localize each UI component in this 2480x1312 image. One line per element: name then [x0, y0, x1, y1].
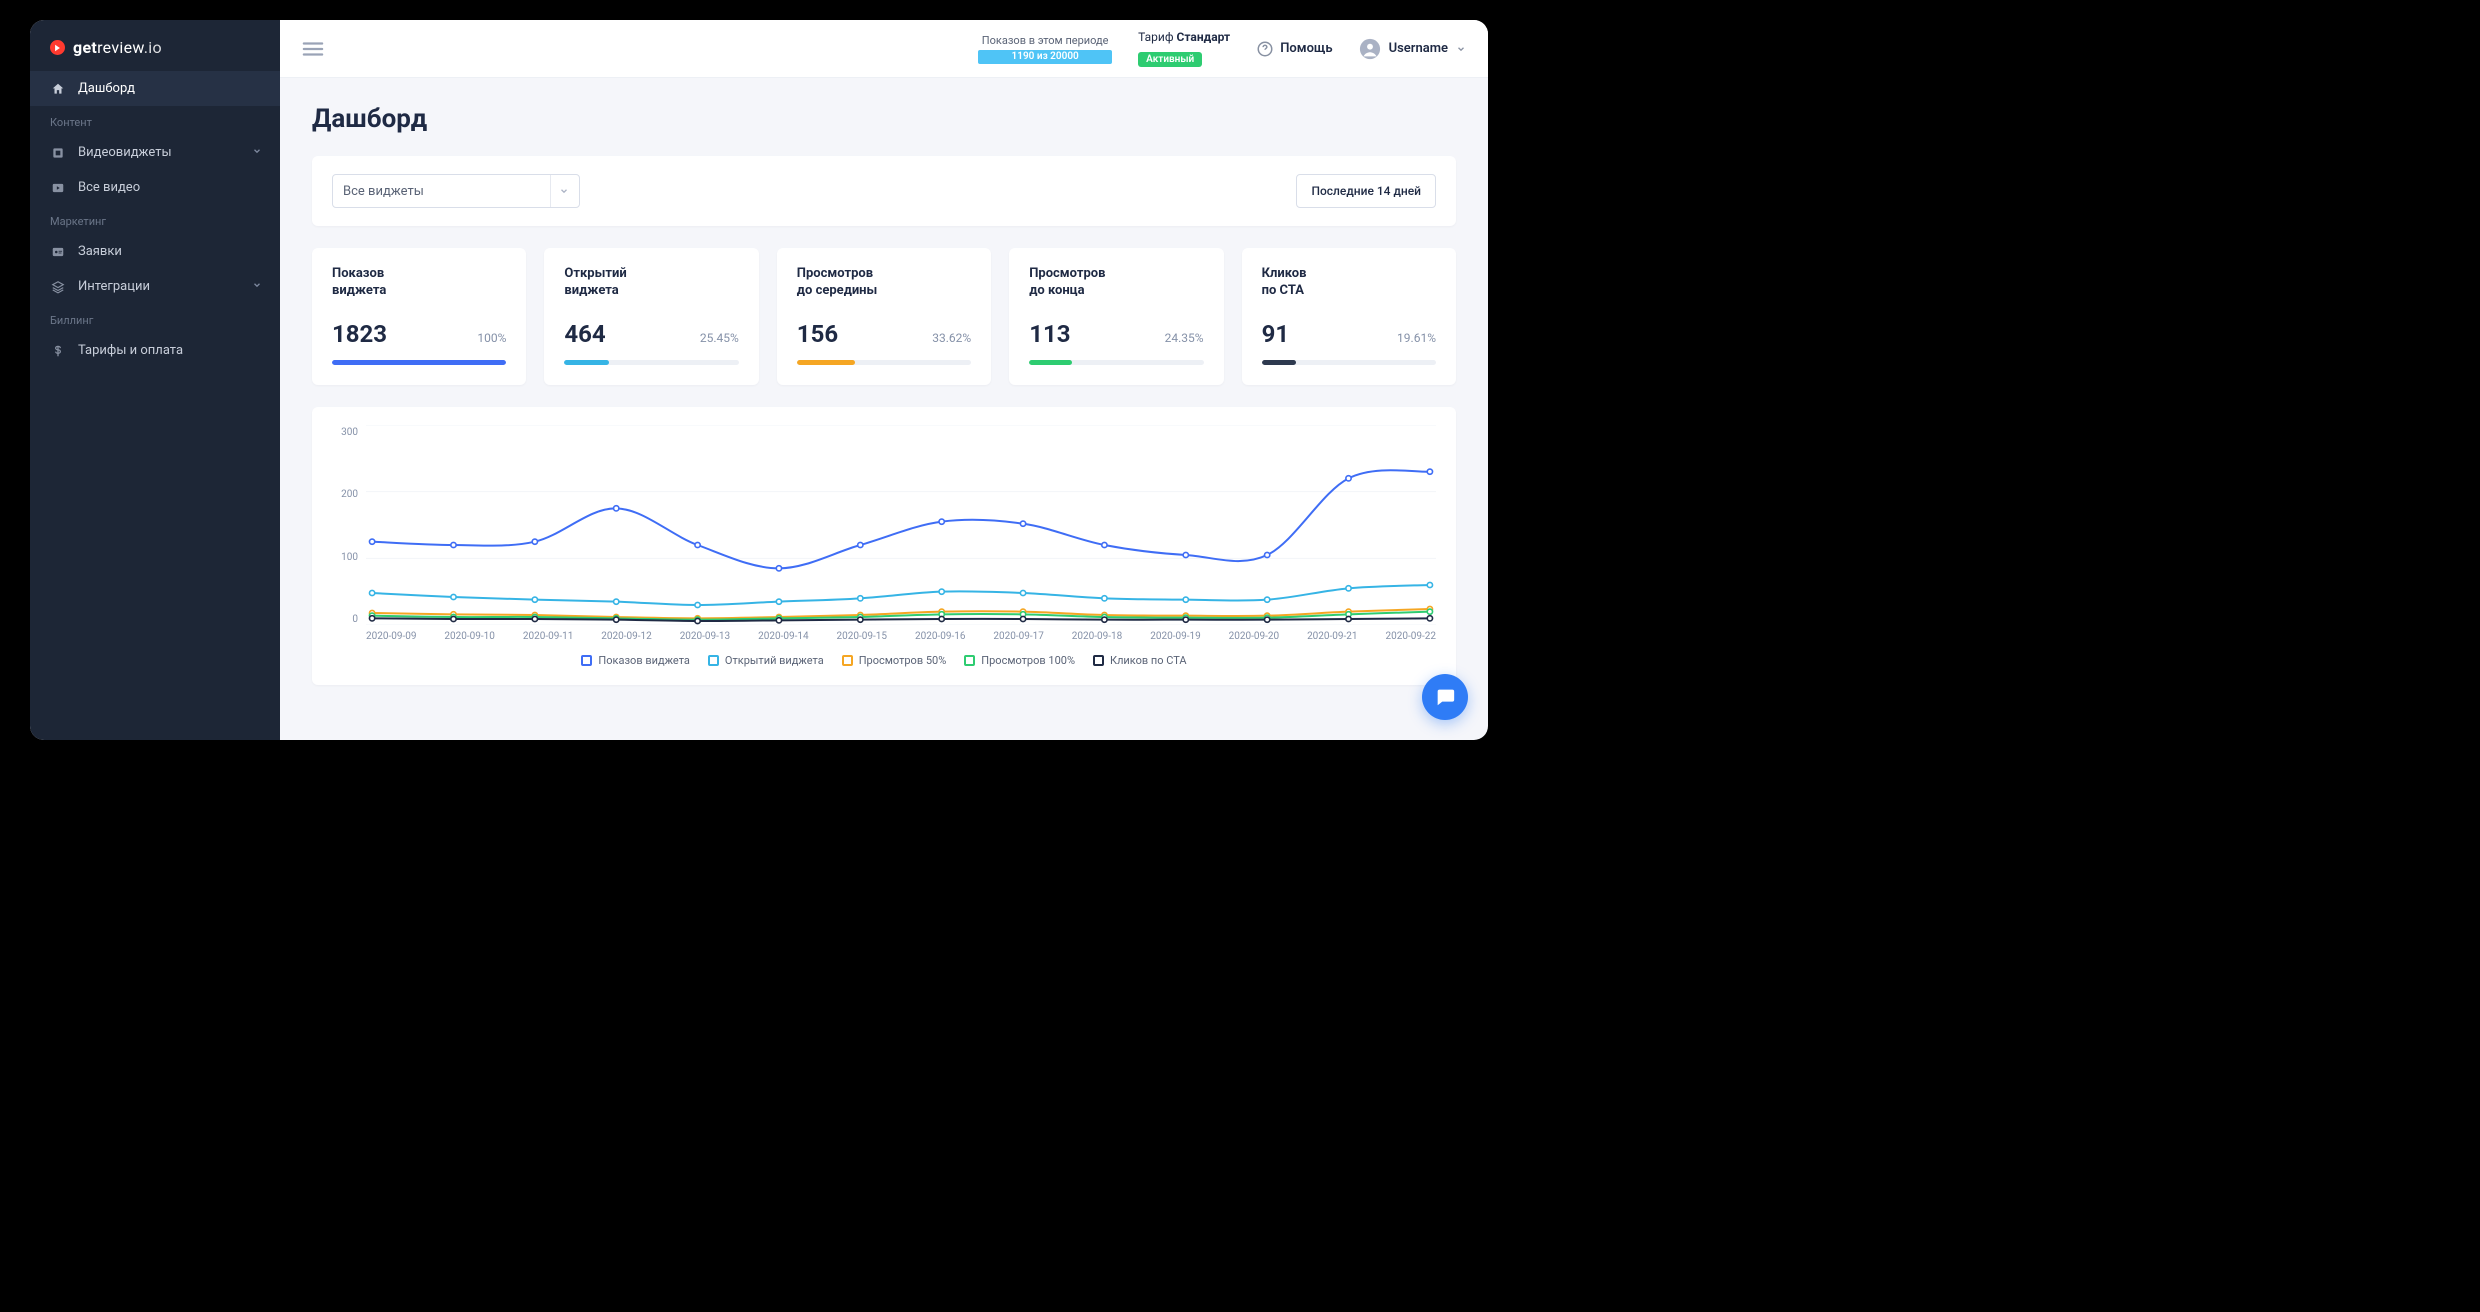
sidebar-item-dashboard[interactable]: Дашборд	[30, 71, 280, 106]
legend-item[interactable]: Открытий виджета	[708, 654, 824, 667]
sidebar-item-label: Видеовиджеты	[78, 145, 172, 160]
stat-progress	[332, 360, 506, 365]
legend-item[interactable]: Кликов по CTA	[1093, 654, 1187, 667]
chart-y-axis: 3002001000	[332, 425, 358, 625]
period-label: Показов в этом периоде	[978, 34, 1112, 47]
stat-value: 156	[797, 320, 838, 348]
stat-label: Показоввиджета	[332, 266, 506, 302]
sidebar: getreview.io Дашборд Контент Видеовиджет…	[30, 20, 280, 740]
line-chart	[366, 425, 1436, 625]
card-icon	[50, 245, 66, 259]
page-title: Дашборд	[312, 104, 1456, 134]
dollar-icon	[50, 344, 66, 358]
chat-icon	[1434, 686, 1456, 708]
sidebar-item-label: Интеграции	[78, 279, 150, 294]
stats-row: Показоввиджета 1823 100% Открытийвиджета…	[312, 248, 1456, 385]
tariff-block[interactable]: Тариф Стандарт Активный	[1138, 30, 1230, 67]
video-icon	[50, 181, 66, 195]
sidebar-item-leads[interactable]: Заявки	[30, 234, 280, 269]
stat-card: Просмотровдо конца 113 24.35%	[1009, 248, 1223, 385]
chart-legend: Показов виджета Открытий виджета Просмотро…	[332, 654, 1436, 667]
sidebar-section-content: Контент	[30, 106, 280, 135]
home-icon	[50, 82, 66, 96]
legend-item[interactable]: Просмотров 50%	[842, 654, 947, 667]
play-icon	[50, 40, 65, 55]
chart-card: 3002001000 2020-09-092020-09-102020-09-1…	[312, 407, 1456, 685]
period-bar: 1190 из 20000	[978, 50, 1112, 64]
avatar-icon	[1359, 38, 1381, 60]
stat-label: Кликовпо CTA	[1262, 266, 1436, 302]
help-label: Помощь	[1280, 41, 1332, 56]
chat-button[interactable]	[1422, 674, 1468, 720]
chart-x-axis: 2020-09-092020-09-102020-09-112020-09-12…	[366, 625, 1436, 642]
stat-value: 1823	[332, 320, 387, 348]
layers-icon	[50, 280, 66, 294]
chevron-down-icon	[252, 279, 262, 294]
stat-progress	[1029, 360, 1203, 365]
content: Дашборд Все виджеты Последние 14 дней По…	[280, 78, 1488, 740]
chart-area: 2020-09-092020-09-102020-09-112020-09-12…	[366, 425, 1436, 642]
question-icon	[1256, 40, 1274, 58]
sidebar-item-videowidgets[interactable]: Видеовиджеты	[30, 135, 280, 170]
legend-item[interactable]: Просмотров 100%	[964, 654, 1075, 667]
sidebar-item-label: Дашборд	[78, 81, 135, 96]
chevron-down-icon	[252, 145, 262, 160]
app-window: getreview.io Дашборд Контент Видеовиджет…	[30, 20, 1488, 740]
legend-item[interactable]: Показов виджета	[581, 654, 690, 667]
main-area: Показов в этом периоде 1190 из 20000 Тар…	[280, 20, 1488, 740]
sidebar-section-billing: Биллинг	[30, 304, 280, 333]
stat-progress	[797, 360, 971, 365]
filter-card: Все виджеты Последние 14 дней	[312, 156, 1456, 226]
menu-toggle-icon[interactable]	[302, 41, 324, 57]
stat-percent: 25.45%	[700, 331, 739, 345]
stat-label: Просмотровдо конца	[1029, 266, 1203, 302]
stat-value: 91	[1262, 320, 1290, 348]
stat-percent: 33.62%	[932, 331, 971, 345]
period-usage: Показов в этом периоде 1190 из 20000	[978, 34, 1112, 64]
username-label: Username	[1389, 41, 1448, 56]
sidebar-item-allvideos[interactable]: Все видео	[30, 170, 280, 205]
tariff-title: Тариф Стандарт	[1138, 30, 1230, 44]
user-menu[interactable]: Username	[1359, 38, 1466, 60]
sidebar-section-marketing: Маркетинг	[30, 205, 280, 234]
stat-value: 113	[1029, 320, 1070, 348]
stat-percent: 24.35%	[1165, 331, 1204, 345]
date-range-button[interactable]: Последние 14 дней	[1296, 174, 1436, 208]
stat-card: Просмотровдо середины 156 33.62%	[777, 248, 991, 385]
select-value: Все виджеты	[343, 184, 424, 199]
stat-percent: 100%	[477, 331, 506, 345]
stat-label: Открытийвиджета	[564, 266, 738, 302]
widget-icon	[50, 146, 66, 160]
topbar: Показов в этом периоде 1190 из 20000 Тар…	[280, 20, 1488, 78]
chevron-down-icon	[1456, 39, 1466, 58]
brand-logo[interactable]: getreview.io	[30, 20, 280, 71]
stat-percent: 19.61%	[1397, 331, 1436, 345]
sidebar-item-billing[interactable]: Тарифы и оплата	[30, 333, 280, 368]
widget-select[interactable]: Все виджеты	[332, 174, 580, 208]
stat-label: Просмотровдо середины	[797, 266, 971, 302]
stat-card: Показоввиджета 1823 100%	[312, 248, 526, 385]
sidebar-item-label: Все видео	[78, 180, 140, 195]
chevron-down-icon	[550, 175, 569, 207]
stat-progress	[1262, 360, 1436, 365]
sidebar-item-integrations[interactable]: Интеграции	[30, 269, 280, 304]
stat-card: Кликовпо CTA 91 19.61%	[1242, 248, 1456, 385]
status-badge: Активный	[1138, 52, 1202, 67]
stat-card: Открытийвиджета 464 25.45%	[544, 248, 758, 385]
stat-value: 464	[564, 320, 605, 348]
stat-progress	[564, 360, 738, 365]
sidebar-item-label: Заявки	[78, 244, 122, 259]
sidebar-item-label: Тарифы и оплата	[78, 343, 183, 358]
brand-text: getreview.io	[73, 38, 162, 57]
help-link[interactable]: Помощь	[1256, 40, 1332, 58]
